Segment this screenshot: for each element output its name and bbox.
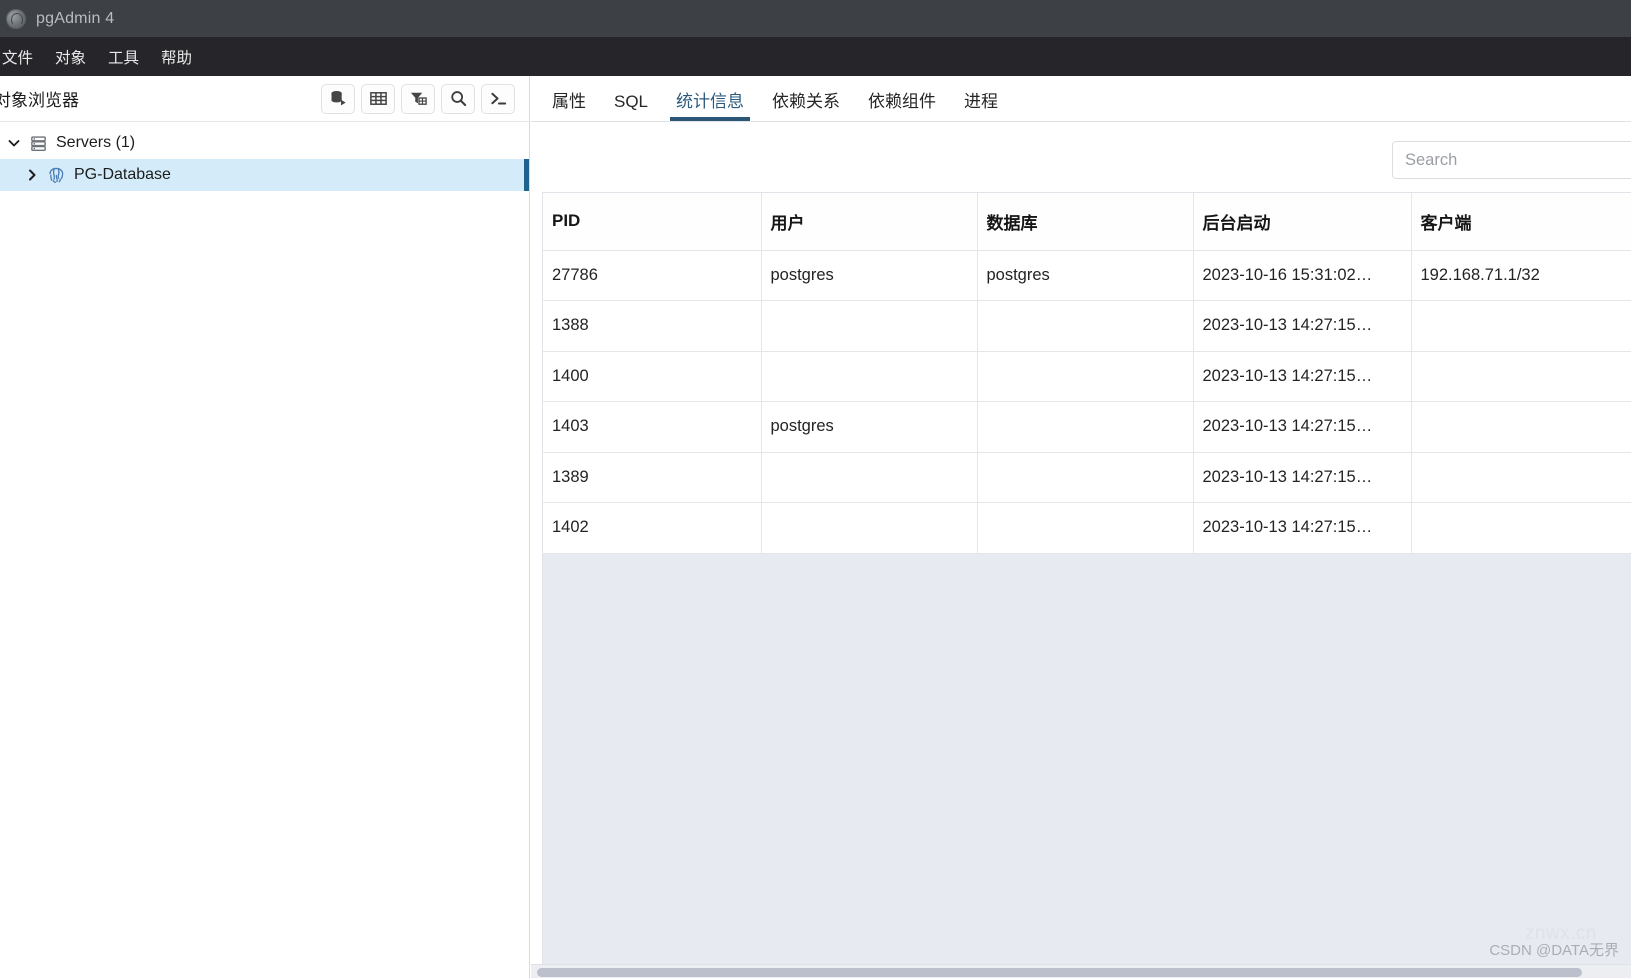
column-header-backend-start[interactable]: 后台启动 [1193, 193, 1412, 251]
table-row[interactable]: 1403 postgres 2023-10-13 14:27:15… [543, 401, 1631, 453]
cell-pid[interactable]: 27786 [543, 250, 762, 301]
object-browser-toolbar [321, 83, 529, 114]
pgadmin-window: pgAdmin 4 文件 对象 工具 帮助 对象浏览器 Servers (1) … [0, 0, 1631, 978]
cell-database[interactable] [977, 300, 1194, 352]
menu-file[interactable]: 文件 [0, 43, 44, 71]
tab-processes[interactable]: 进程 [950, 87, 1012, 121]
cell-user[interactable] [761, 502, 978, 554]
table-row[interactable]: 1402 2023-10-13 14:27:15… [543, 502, 1631, 554]
window-title: pgAdmin 4 [36, 9, 115, 27]
column-header-client[interactable]: 客户端 [1411, 193, 1631, 251]
tree-item-pg-database[interactable]: PG-Database [0, 159, 529, 191]
cell-user[interactable]: postgres [761, 401, 978, 453]
filtered-rows-icon [409, 89, 428, 108]
tree-item-servers[interactable]: Servers (1) [0, 127, 529, 159]
column-header-database[interactable]: 数据库 [977, 193, 1194, 251]
search-objects-icon [449, 89, 468, 108]
tree-item-servers-label: Servers (1) [56, 134, 136, 151]
cell-pid[interactable]: 1388 [543, 300, 762, 352]
filtered-rows-button[interactable] [401, 83, 435, 114]
column-header-user[interactable]: 用户 [761, 193, 978, 251]
tree-item-pg-database-label: PG-Database [74, 166, 171, 183]
cell-user[interactable]: postgres [761, 250, 978, 301]
cell-database[interactable]: postgres [977, 250, 1194, 301]
cell-backend-start[interactable]: 2023-10-16 15:31:02… [1193, 250, 1412, 301]
statistics-table: PID 用户 数据库 后台启动 客户端 27786 postgres postg… [543, 193, 1631, 554]
table-header: PID 用户 数据库 后台启动 客户端 [543, 193, 1631, 251]
cell-client[interactable]: 192.168.71.1/32 [1411, 250, 1631, 301]
query-tool-icon [329, 89, 348, 108]
view-data-icon [369, 89, 388, 108]
tab-bar: 属性 SQL 统计信息 依赖关系 依赖组件 进程 [531, 76, 1631, 122]
cell-backend-start[interactable]: 2023-10-13 14:27:15… [1193, 401, 1412, 453]
cell-client[interactable] [1411, 300, 1631, 352]
object-browser-title: 对象浏览器 [0, 91, 79, 110]
servers-icon [27, 132, 49, 154]
cell-database[interactable] [977, 351, 1194, 402]
table-row[interactable]: 1389 2023-10-13 14:27:15… [543, 452, 1631, 503]
tab-sql[interactable]: SQL [600, 92, 662, 121]
object-browser-header: 对象浏览器 [0, 76, 529, 122]
cell-pid[interactable]: 1400 [543, 351, 762, 402]
cell-backend-start[interactable]: 2023-10-13 14:27:15… [1193, 300, 1412, 352]
menu-bar: 文件 对象 工具 帮助 [0, 37, 1631, 76]
cell-database[interactable] [977, 401, 1194, 453]
menu-tools[interactable]: 工具 [97, 43, 150, 71]
cell-backend-start[interactable]: 2023-10-13 14:27:15… [1193, 502, 1412, 554]
psql-tool-button[interactable] [481, 83, 515, 114]
tab-properties[interactable]: 属性 [538, 87, 600, 121]
table-row[interactable]: 1400 2023-10-13 14:27:15… [543, 351, 1631, 402]
chevron-down-icon[interactable] [4, 133, 24, 153]
object-browser-panel: 对象浏览器 Servers (1) PG-Database [0, 76, 530, 978]
cell-database[interactable] [977, 502, 1194, 554]
table-body: 27786 postgres postgres 2023-10-16 15:31… [543, 250, 1631, 554]
main-panel: 属性 SQL 统计信息 依赖关系 依赖组件 进程 PID 用户 数据库 后 [531, 76, 1631, 978]
psql-terminal-icon [489, 89, 508, 108]
table-header-row: PID 用户 数据库 后台启动 客户端 [543, 193, 1631, 251]
object-tree: Servers (1) PG-Database [0, 122, 529, 191]
cell-pid[interactable]: 1402 [543, 502, 762, 554]
search-input[interactable] [1392, 141, 1631, 179]
menu-object[interactable]: 对象 [44, 43, 97, 71]
cell-user[interactable] [761, 300, 978, 352]
cell-backend-start[interactable]: 2023-10-13 14:27:15… [1193, 452, 1412, 503]
tab-dependents[interactable]: 依赖组件 [854, 87, 950, 121]
cell-client[interactable] [1411, 502, 1631, 554]
table-row[interactable]: 1388 2023-10-13 14:27:15… [543, 300, 1631, 352]
view-data-button[interactable] [361, 83, 395, 114]
pgadmin-logo-icon [6, 8, 26, 29]
cell-pid[interactable]: 1403 [543, 401, 762, 453]
horizontal-scrollbar-thumb[interactable] [537, 968, 1582, 977]
column-header-pid[interactable]: PID [543, 193, 762, 251]
tab-dependencies[interactable]: 依赖关系 [758, 87, 854, 121]
cell-client[interactable] [1411, 351, 1631, 402]
menu-help[interactable]: 帮助 [150, 43, 203, 71]
statistics-grid-container[interactable]: PID 用户 数据库 后台启动 客户端 27786 postgres postg… [542, 192, 1631, 978]
cell-user[interactable] [761, 452, 978, 503]
cell-user[interactable] [761, 351, 978, 402]
cell-client[interactable] [1411, 452, 1631, 503]
postgresql-elephant-icon [45, 164, 67, 186]
cell-pid[interactable]: 1389 [543, 452, 762, 503]
search-objects-button[interactable] [441, 83, 475, 114]
cell-client[interactable] [1411, 401, 1631, 453]
search-row [531, 122, 1631, 192]
horizontal-scrollbar[interactable] [531, 964, 1631, 978]
chevron-right-icon[interactable] [22, 165, 42, 185]
table-row[interactable]: 27786 postgres postgres 2023-10-16 15:31… [543, 250, 1631, 301]
tab-statistics[interactable]: 统计信息 [662, 87, 758, 121]
cell-backend-start[interactable]: 2023-10-13 14:27:15… [1193, 351, 1412, 402]
title-bar: pgAdmin 4 [0, 0, 1631, 37]
cell-database[interactable] [977, 452, 1194, 503]
query-tool-button[interactable] [321, 83, 355, 114]
